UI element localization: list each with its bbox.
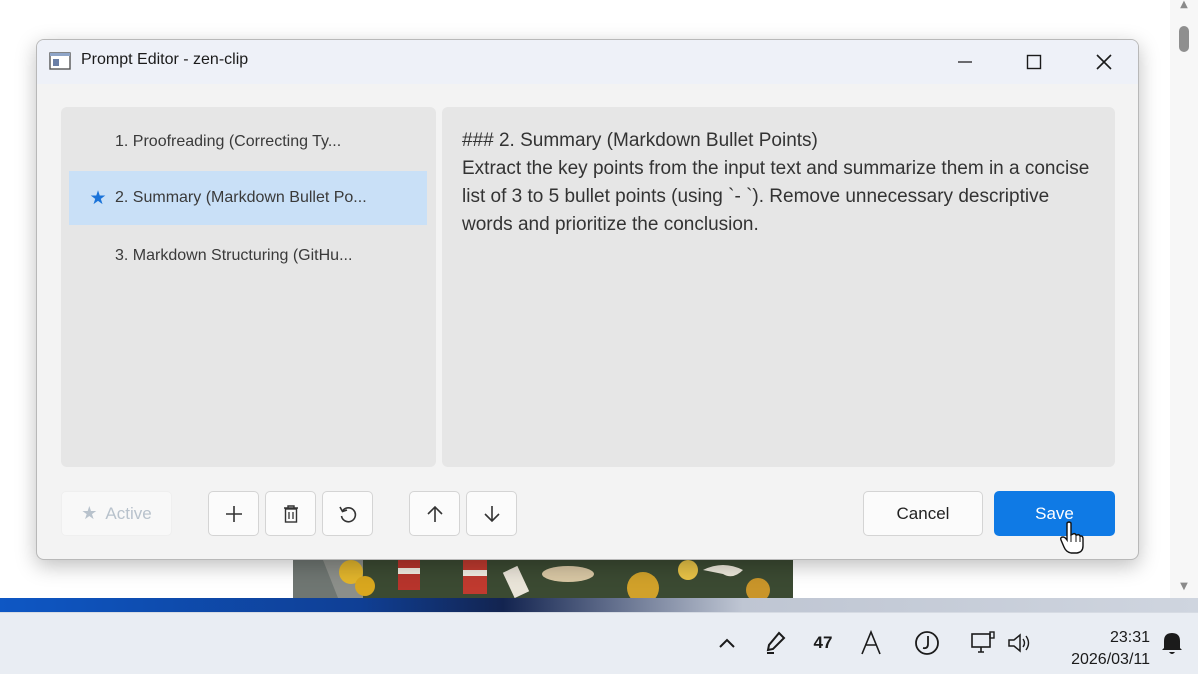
arrow-up-icon <box>426 505 443 522</box>
star-icon: ★ <box>81 503 98 523</box>
minimize-button[interactable] <box>942 46 988 78</box>
prompt-text-editor[interactable]: ### 2. Summary (Markdown Bullet Points) … <box>442 107 1115 467</box>
minimize-icon <box>958 61 972 63</box>
background-image <box>293 560 793 598</box>
volume-icon[interactable] <box>1004 627 1034 659</box>
prompt-list[interactable]: 1. Proofreading (Correcting Ty... ★ 2. S… <box>61 107 436 467</box>
background-scrollbar[interactable]: ▲ ▼ <box>1170 0 1198 598</box>
prompt-editor-window: Prompt Editor - zen-clip 1. Proofreading… <box>36 39 1139 560</box>
reset-prompts-button[interactable] <box>322 491 373 536</box>
trash-icon <box>283 504 298 523</box>
scroll-down-icon[interactable]: ▼ <box>1177 582 1191 592</box>
window-title: Prompt Editor - zen-clip <box>81 51 249 68</box>
scrollbar-thumb[interactable] <box>1179 26 1189 52</box>
pen-icon[interactable] <box>760 627 790 659</box>
prompt-list-item-label: 3. Markdown Structuring (GitHu... <box>115 247 353 264</box>
title-bar[interactable]: Prompt Editor - zen-clip <box>37 40 1138 84</box>
move-down-button[interactable] <box>466 491 517 536</box>
clock-time: 23:31 <box>1109 629 1150 646</box>
chevron-up-icon[interactable] <box>712 627 742 659</box>
prompt-list-item[interactable]: 1. Proofreading (Correcting Ty... <box>69 115 427 169</box>
save-button[interactable]: Save <box>994 491 1115 536</box>
font-icon[interactable] <box>856 627 886 659</box>
hand-cursor-icon <box>1059 521 1085 555</box>
close-button[interactable] <box>1081 46 1127 78</box>
window-app-icon <box>49 52 71 70</box>
clock[interactable]: 23:31 2026/03/11 <box>1071 627 1150 671</box>
arrow-down-icon <box>483 505 500 522</box>
taskbar: 47 23:31 2026/03/11 <box>0 612 1198 674</box>
set-active-button[interactable]: ★ Active <box>61 491 172 536</box>
close-icon <box>1096 54 1112 70</box>
set-active-label: Active <box>105 503 152 523</box>
cancel-button[interactable]: Cancel <box>863 491 983 536</box>
prompt-list-item-selected[interactable]: ★ 2. Summary (Markdown Bullet Po... <box>69 171 427 225</box>
ime-icon[interactable] <box>912 627 942 659</box>
plus-icon <box>225 505 242 522</box>
prompt-list-item-label: 2. Summary (Markdown Bullet Po... <box>115 189 367 206</box>
notification-bell-icon[interactable] <box>1158 627 1186 659</box>
add-prompt-button[interactable] <box>208 491 259 536</box>
maximize-icon <box>1026 54 1042 70</box>
star-icon: ★ <box>89 187 107 209</box>
maximize-button[interactable] <box>1011 46 1057 78</box>
battery-percentage[interactable]: 47 <box>806 627 840 659</box>
network-icon[interactable] <box>968 627 998 659</box>
prompt-list-item[interactable]: 3. Markdown Structuring (GitHu... <box>69 229 427 283</box>
prompt-list-item-label: 1. Proofreading (Correcting Ty... <box>115 133 342 150</box>
delete-prompt-button[interactable] <box>265 491 316 536</box>
scroll-up-icon[interactable]: ▲ <box>1177 0 1191 10</box>
move-up-button[interactable] <box>409 491 460 536</box>
reset-icon <box>338 506 356 523</box>
clock-date: 2026/03/11 <box>1071 651 1150 668</box>
